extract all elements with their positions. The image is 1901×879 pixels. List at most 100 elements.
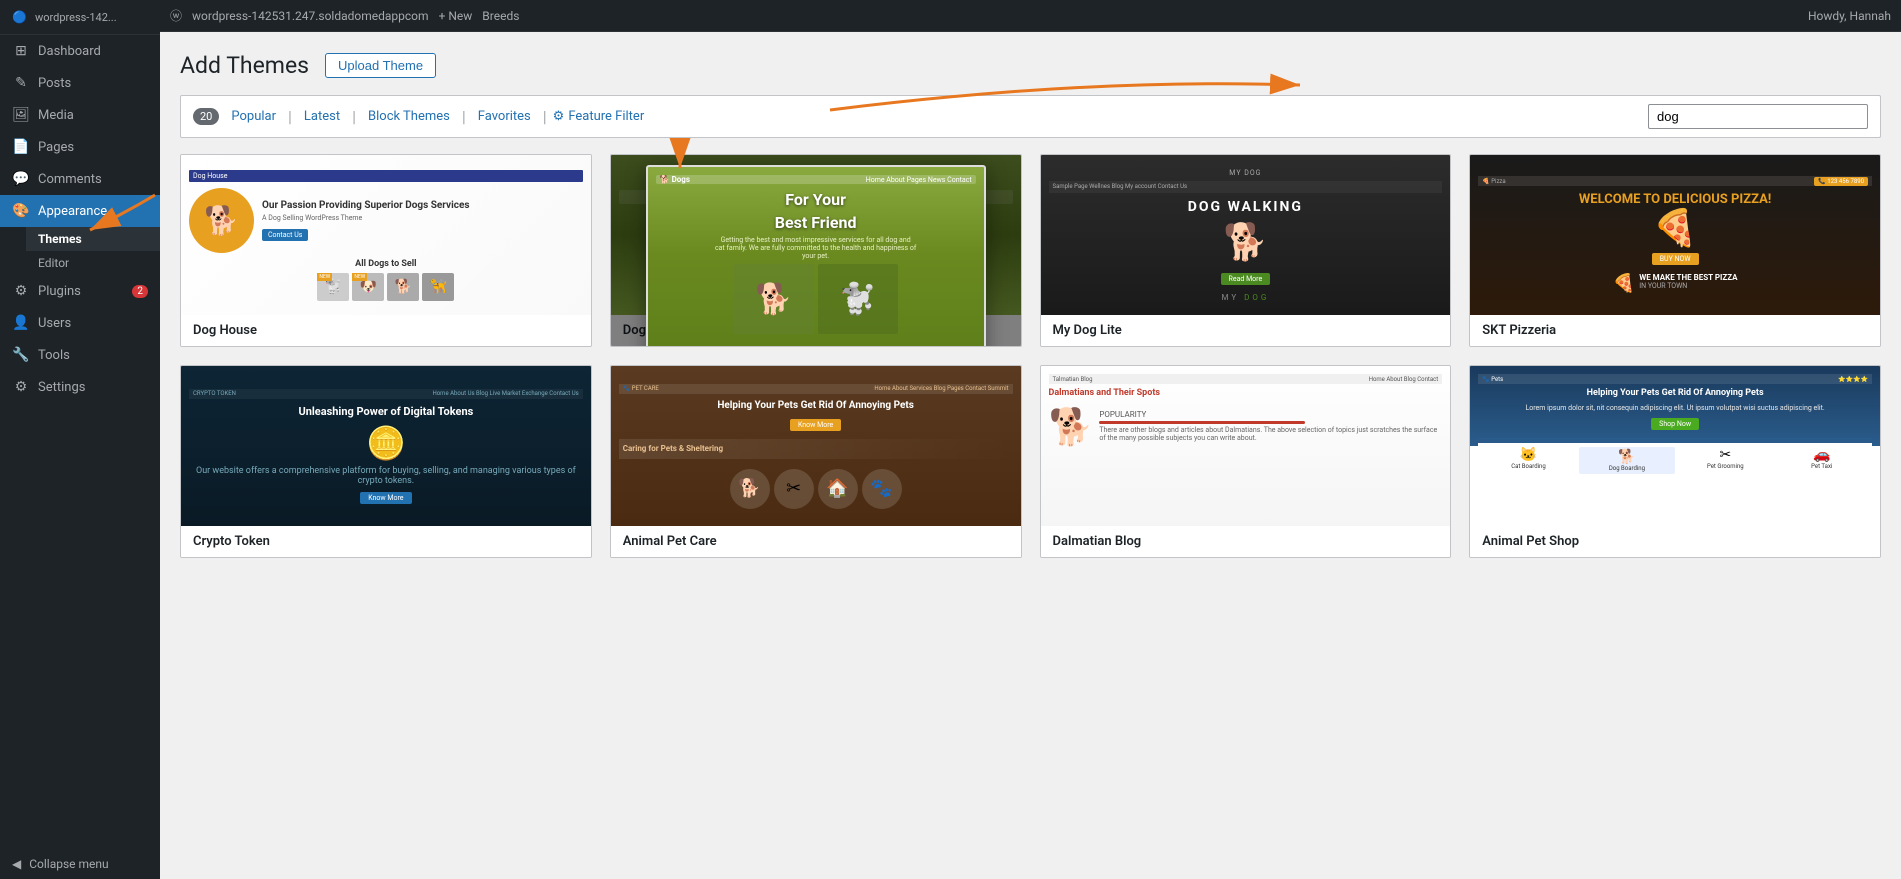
theme-thumbnail-pizza: 🍕 Pizza 📞 123 456 7890 WELCOME TO DELICI… xyxy=(1470,155,1880,315)
new-item[interactable]: + New xyxy=(439,9,473,23)
dalmatian-title: Dalmatians and Their Spots xyxy=(1049,388,1160,398)
site-link[interactable]: wordpress-142531.247.soldadomedappcom xyxy=(192,9,429,23)
doghouse-heading: Our Passion Providing Superior Dogs Serv… xyxy=(262,199,470,212)
theme-card-doghouse[interactable]: Dog House 🐕 Our Passion Providing Superi… xyxy=(180,154,592,347)
sidebar-item-themes[interactable]: Themes xyxy=(26,227,160,251)
upload-theme-button[interactable]: Upload Theme xyxy=(325,53,436,78)
sidebar-item-label: Themes xyxy=(38,232,82,246)
dashboard-icon: ⊞ xyxy=(12,43,30,59)
theme-popup-card[interactable]: 🐕 Dogs Home About Pages News Contact For… xyxy=(646,165,986,347)
sidebar-item-label: Tools xyxy=(38,348,70,363)
search-input[interactable] xyxy=(1648,104,1868,129)
tools-icon: 🔧 xyxy=(12,347,30,363)
users-icon: 👤 xyxy=(12,315,30,331)
theme-card-dogbreeder[interactable]: For Your Best Friend 🐕 🐩 Dog Breeder xyxy=(610,154,1022,347)
theme-thumbnail-doghouse: Dog House 🐕 Our Passion Providing Superi… xyxy=(181,155,591,315)
site-url: wordpress-142... xyxy=(35,11,117,24)
settings-icon: ⚙ xyxy=(12,379,30,395)
theme-thumbnail-mydog: My Dog Sample Page Wellnes Blog My accou… xyxy=(1041,155,1451,315)
content-area: Add Themes Upload Theme 20 Popular | Lat… xyxy=(160,32,1901,879)
sidebar-item-label: Posts xyxy=(38,76,71,91)
sidebar-item-editor[interactable]: Editor xyxy=(26,251,160,275)
sidebar-item-label: Plugins xyxy=(38,284,81,299)
theme-name-petshop: Animal Pet Shop xyxy=(1470,526,1880,557)
theme-name-doghouse: Dog House xyxy=(181,315,591,346)
media-icon: 🖼 xyxy=(12,107,30,123)
sidebar-logo: 🔵 wordpress-142... xyxy=(0,0,160,35)
plugins-icon: ⚙ xyxy=(12,283,30,299)
theme-card-dalmatian[interactable]: Talmatian Blog Home About Blog Contact D… xyxy=(1040,365,1452,558)
feature-filter-label: Feature Filter xyxy=(568,109,644,124)
theme-card-crypto[interactable]: CRYPTO TOKEN Home About Us Blog Live Mar… xyxy=(180,365,592,558)
sidebar-item-tools[interactable]: 🔧 Tools xyxy=(0,339,160,371)
tab-favorites[interactable]: Favorites xyxy=(468,105,541,128)
collapse-icon: ◀ xyxy=(12,857,21,871)
sidebar-item-label: Users xyxy=(38,316,71,331)
themes-grid: Dog House 🐕 Our Passion Providing Superi… xyxy=(180,154,1881,558)
sidebar-item-label: Appearance xyxy=(38,204,107,219)
sidebar-item-label: Media xyxy=(38,108,74,123)
popup-thumbnail: 🐕 Dogs Home About Pages News Contact For… xyxy=(648,167,984,347)
main-content: ⓦ wordpress-142531.247.soldadomedappcom … xyxy=(160,0,1901,879)
mydog-text: DOG WALKING xyxy=(1188,199,1303,215)
page-header: Add Themes Upload Theme xyxy=(180,52,1881,79)
feature-filter[interactable]: ⚙ Feature Filter xyxy=(553,109,645,124)
posts-icon: ✎ xyxy=(12,75,30,91)
sidebar-item-dashboard[interactable]: ⊞ Dashboard xyxy=(0,35,160,67)
sidebar-item-media[interactable]: 🖼 Media xyxy=(0,99,160,131)
theme-popup-overlay: 🐕 Dogs Home About Pages News Contact For… xyxy=(611,155,1021,346)
theme-thumbnail-petshop: 🐾 Pets ⭐⭐⭐⭐ Helping Your Pets Get Rid Of… xyxy=(1470,366,1880,526)
theme-count: 20 xyxy=(193,108,219,125)
sidebar-item-label: Editor xyxy=(38,256,69,270)
admin-bar-right: Howdy, Hannah xyxy=(1808,9,1891,23)
sidebar-item-appearance[interactable]: 🎨 Appearance xyxy=(0,195,160,227)
sidebar-item-label: Dashboard xyxy=(38,44,101,59)
search-box xyxy=(1648,104,1868,129)
theme-card-petcare[interactable]: 🐾 PET CARE Home About Services Blog Page… xyxy=(610,365,1022,558)
theme-name-petcare: Animal Pet Care xyxy=(611,526,1021,557)
tab-block-themes[interactable]: Block Themes xyxy=(358,105,460,128)
crypto-title: Unleashing Power of Digital Tokens xyxy=(298,405,473,418)
sidebar: 🔵 wordpress-142... ⊞ Dashboard ✎ Posts 🖼… xyxy=(0,0,160,879)
sidebar-submenu-appearance: Themes Editor xyxy=(0,227,160,275)
sidebar-item-settings[interactable]: ⚙ Settings xyxy=(0,371,160,403)
collapse-menu[interactable]: ◀ Collapse menu xyxy=(0,849,160,879)
comments-icon: 💬 xyxy=(12,171,30,187)
gear-icon: ⚙ xyxy=(553,109,565,124)
appearance-icon: 🎨 xyxy=(12,203,30,219)
theme-card-mydog[interactable]: My Dog Sample Page Wellnes Blog My accou… xyxy=(1040,154,1452,347)
pizza-title: WELCOME TO DELICIOUS PIZZA! xyxy=(1579,192,1771,207)
wp-icon: 🔵 xyxy=(12,10,27,24)
petcare-title: Helping Your Pets Get Rid Of Annoying Pe… xyxy=(717,400,914,411)
theme-card-petshop[interactable]: 🐾 Pets ⭐⭐⭐⭐ Helping Your Pets Get Rid Of… xyxy=(1469,365,1881,558)
howdy-text: Howdy, Hannah xyxy=(1808,9,1891,23)
sidebar-item-plugins[interactable]: ⚙ Plugins 2 xyxy=(0,275,160,307)
tab-latest[interactable]: Latest xyxy=(294,105,350,128)
collapse-label: Collapse menu xyxy=(29,857,108,871)
theme-name-mydog: My Dog Lite xyxy=(1041,315,1451,346)
sidebar-item-users[interactable]: 👤 Users xyxy=(0,307,160,339)
sidebar-item-label: Comments xyxy=(38,172,102,187)
pages-icon: 📄 xyxy=(12,139,30,155)
sidebar-item-comments[interactable]: 💬 Comments xyxy=(0,163,160,195)
page-title: Add Themes xyxy=(180,52,309,79)
theme-thumbnail-dalmatian: Talmatian Blog Home About Blog Contact D… xyxy=(1041,366,1451,526)
theme-thumbnail-petcare: 🐾 PET CARE Home About Services Blog Page… xyxy=(611,366,1021,526)
breeds-item[interactable]: Breeds xyxy=(482,9,519,23)
admin-bar: ⓦ wordpress-142531.247.soldadomedappcom … xyxy=(160,0,1901,32)
theme-name-pizza: SKT Pizzeria xyxy=(1470,315,1880,346)
theme-name-dalmatian: Dalmatian Blog xyxy=(1041,526,1451,557)
sidebar-item-posts[interactable]: ✎ Posts xyxy=(0,67,160,99)
theme-card-pizza[interactable]: 🍕 Pizza 📞 123 456 7890 WELCOME TO DELICI… xyxy=(1469,154,1881,347)
theme-thumbnail-crypto: CRYPTO TOKEN Home About Us Blog Live Mar… xyxy=(181,366,591,526)
admin-bar-left: ⓦ wordpress-142531.247.soldadomedappcom … xyxy=(170,7,519,24)
sidebar-item-pages[interactable]: 📄 Pages xyxy=(0,131,160,163)
tab-popular[interactable]: Popular xyxy=(221,105,286,128)
petshop-title: Helping Your Pets Get Rid Of Annoying Pe… xyxy=(1587,388,1764,398)
doghouse-subtext: All Dogs to Sell xyxy=(355,259,416,269)
theme-name-crypto: Crypto Token xyxy=(181,526,591,557)
wp-logo: ⓦ xyxy=(170,7,182,24)
tabs-bar: 20 Popular | Latest | Block Themes | Fav… xyxy=(180,95,1881,138)
plugins-badge: 2 xyxy=(132,285,148,298)
sidebar-item-label: Settings xyxy=(38,380,85,395)
